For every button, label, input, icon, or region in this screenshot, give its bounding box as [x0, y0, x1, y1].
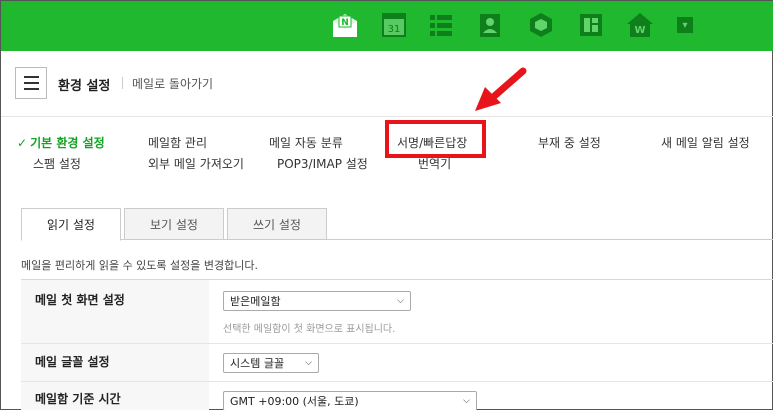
section-description: 메일을 편리하게 읽을 수 있도록 설정을 변경합니다.	[21, 259, 258, 272]
page-title: 환경 설정	[58, 79, 111, 94]
nav-new-mail-alert[interactable]: 새 메일 알림 설정	[661, 134, 750, 151]
svg-text:W: W	[634, 25, 645, 36]
first-screen-select[interactable]: 받은메일함 ⌵	[223, 291, 411, 311]
list-icon[interactable]	[428, 11, 454, 39]
contacts-icon[interactable]	[477, 11, 503, 39]
tab-write-settings[interactable]: 쓰기 설정	[227, 208, 327, 240]
top-app-bar: N 31 W ▾	[1, 1, 773, 51]
red-arrow-icon	[475, 67, 527, 111]
nav-spam-settings[interactable]: 스팸 설정	[33, 155, 81, 172]
nav-away-settings[interactable]: 부재 중 설정	[538, 134, 601, 151]
font-select[interactable]: 시스템 글꼴 ⌵	[223, 353, 319, 373]
tab-view-settings[interactable]: 보기 설정	[124, 208, 224, 240]
home-icon[interactable]: W	[626, 11, 654, 39]
hamburger-icon	[23, 76, 39, 78]
svg-text:N: N	[341, 18, 349, 28]
divider	[122, 77, 123, 89]
timezone-select[interactable]: GMT +09:00 (서울, 도쿄) ⌵	[223, 391, 477, 410]
memo-icon[interactable]	[578, 11, 604, 39]
row-label-timezone: 메일함 기준 시간	[35, 392, 121, 406]
row-label-font: 메일 글꼴 설정	[35, 355, 110, 369]
nav-pop3-imap[interactable]: POP3/IMAP 설정	[277, 155, 368, 172]
menu-button[interactable]	[15, 67, 47, 99]
tab-read-settings[interactable]: 읽기 설정	[21, 208, 121, 241]
settings-table: 메일 첫 화면 설정 받은메일함 ⌵ 선택한 메일함이 첫 화면으로 표시됩니다.…	[21, 279, 773, 410]
check-icon: ✓	[17, 136, 28, 150]
settings-header: 환경 설정 메일로 돌아가기	[1, 51, 773, 117]
box-icon[interactable]	[528, 11, 554, 39]
row-divider	[21, 343, 773, 344]
nav-basic-settings[interactable]: ✓ 기본 환경 설정	[17, 134, 105, 151]
mail-icon[interactable]: N	[331, 11, 359, 39]
settings-tabs: 읽기 설정 보기 설정 쓰기 설정	[21, 208, 773, 241]
svg-text:31: 31	[388, 24, 401, 35]
row-divider	[21, 381, 773, 382]
nav-mailbox-management[interactable]: 메일함 관리	[148, 134, 207, 151]
first-screen-hint: 선택한 메일함이 첫 화면으로 표시됩니다.	[223, 324, 396, 335]
chevron-down-icon: ⌵	[463, 396, 470, 406]
chevron-down-icon: ⌵	[305, 358, 312, 368]
row-label-first-screen: 메일 첫 화면 설정	[35, 293, 125, 307]
dropdown-icon[interactable]: ▾	[676, 11, 694, 39]
nav-auto-sort[interactable]: 메일 자동 분류	[269, 134, 343, 151]
back-to-mail-link[interactable]: 메일로 돌아가기	[132, 75, 213, 92]
calendar-icon[interactable]: 31	[381, 11, 407, 39]
nav-external-mail[interactable]: 외부 메일 가져오기	[148, 155, 244, 172]
chevron-down-icon: ⌵	[397, 296, 404, 306]
nav-signature-quick-reply[interactable]: 서명/빠른답장	[385, 120, 486, 158]
